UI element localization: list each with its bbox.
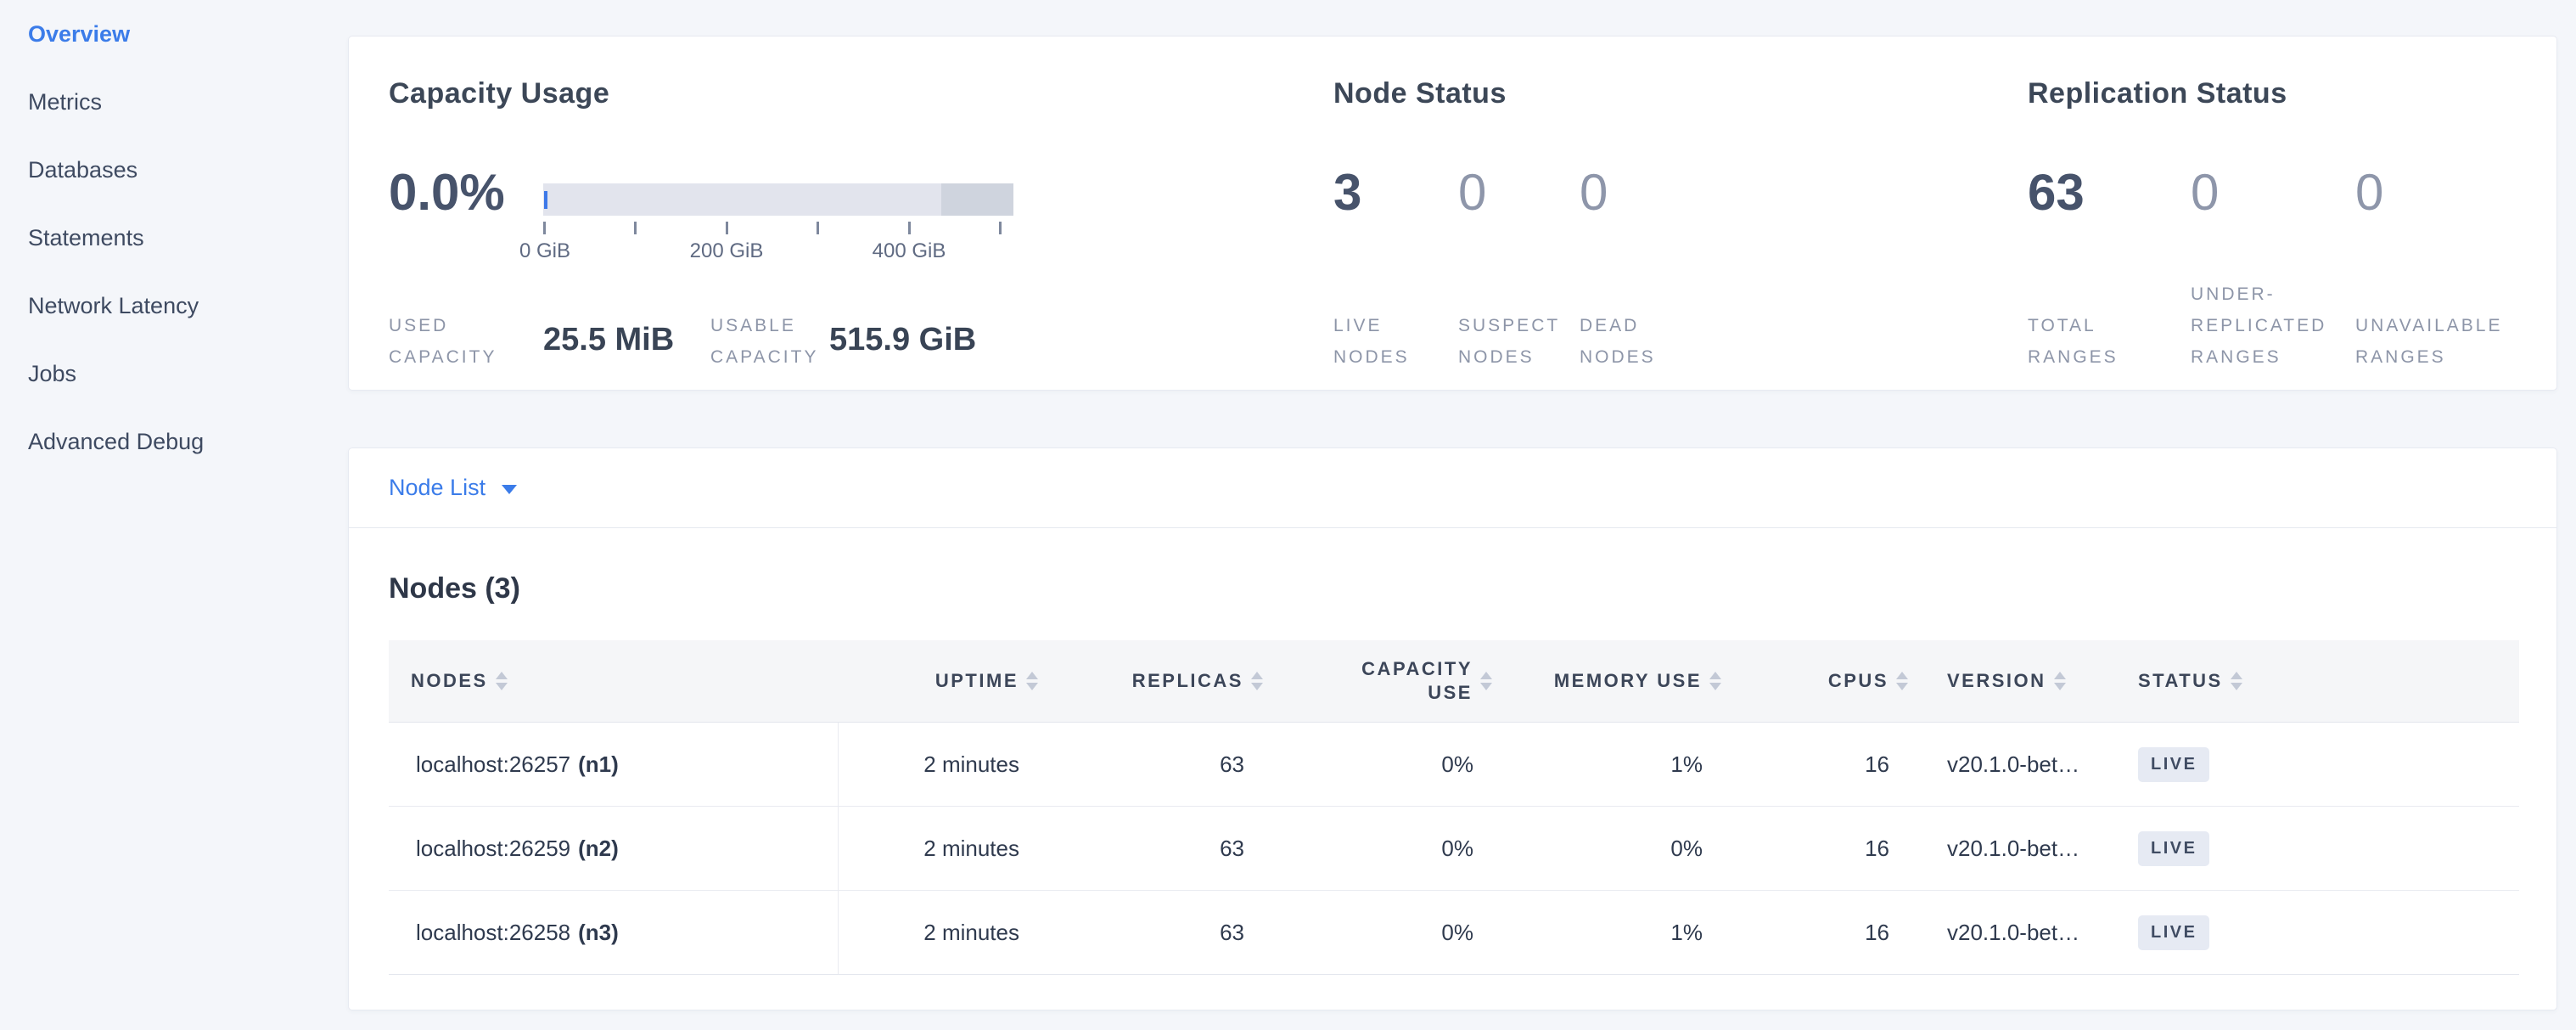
uptime-cell: 2 minutes: [839, 891, 1047, 974]
status-cell: LIVE: [2124, 723, 2519, 806]
memory-use-cell: 1%: [1501, 891, 1730, 974]
column-header-uptime[interactable]: UPTIME: [839, 640, 1047, 722]
live-nodes-label: LIVE NODES: [1333, 310, 1410, 373]
capacity-usage-title: Capacity Usage: [389, 77, 609, 110]
sidebar: Overview Metrics Databases Statements Ne…: [0, 0, 348, 1030]
uptime-cell: 2 minutes: [839, 807, 1047, 890]
replicas-cell: 63: [1047, 891, 1271, 974]
live-nodes-count: 3: [1333, 162, 1361, 223]
unavailable-ranges-label: UNAVAILABLE RANGES: [2355, 310, 2502, 373]
capacity-use-cell: 0%: [1271, 807, 1501, 890]
sidebar-item-advanced-debug[interactable]: Advanced Debug: [0, 408, 348, 476]
column-header-replicas[interactable]: REPLICAS: [1047, 640, 1271, 722]
gauge-tick: [634, 222, 637, 234]
sort-icon: [1026, 672, 1038, 690]
status-cell: LIVE: [2124, 807, 2519, 890]
gauge-axis-label: 200 GiB: [690, 239, 764, 263]
sidebar-item-jobs[interactable]: Jobs: [0, 340, 348, 408]
node-status-title: Node Status: [1333, 77, 1507, 110]
chevron-down-icon: [502, 485, 517, 494]
node-list-card: Node List Nodes (3) NODES UPTIME REPLICA…: [348, 447, 2557, 1010]
node-address-cell: localhost:26257 (n1): [389, 723, 839, 806]
suspect-nodes-count: 0: [1458, 162, 1486, 223]
node-list-dropdown-label: Node List: [389, 475, 485, 501]
gauge-axis-label: 0 GiB: [519, 239, 570, 263]
sidebar-item-network-latency[interactable]: Network Latency: [0, 272, 348, 340]
under-replicated-ranges-count: 0: [2191, 162, 2219, 223]
gauge-axis-label: 400 GiB: [873, 239, 946, 263]
sidebar-item-metrics[interactable]: Metrics: [0, 68, 348, 136]
nodes-section-title: Nodes (3): [389, 572, 520, 605]
gauge-tick: [817, 222, 819, 234]
used-capacity-label: USED CAPACITY: [389, 310, 497, 373]
replicas-cell: 63: [1047, 807, 1271, 890]
used-capacity-value: 25.5 MiB: [543, 322, 674, 358]
cpus-cell: 16: [1730, 891, 1917, 974]
replicas-cell: 63: [1047, 723, 1271, 806]
node-address-cell: localhost:26258 (n3): [389, 891, 839, 974]
column-header-capacity-use[interactable]: CAPACITY USE: [1271, 640, 1501, 722]
status-cell: LIVE: [2124, 891, 2519, 974]
sidebar-item-overview[interactable]: Overview: [0, 0, 348, 68]
nodes-table-header: NODES UPTIME REPLICAS CAPACITY USE MEMOR…: [389, 640, 2519, 723]
total-ranges-count: 63: [2028, 162, 2085, 223]
column-header-memory-use[interactable]: MEMORY USE: [1501, 640, 1730, 722]
sort-icon: [2231, 672, 2242, 690]
total-ranges-label: TOTAL RANGES: [2028, 310, 2119, 373]
column-header-version[interactable]: VERSION: [1917, 640, 2124, 722]
sidebar-item-databases[interactable]: Databases: [0, 136, 348, 204]
suspect-nodes-label: SUSPECT NODES: [1458, 310, 1560, 373]
usable-capacity-label: USABLE CAPACITY: [710, 310, 818, 373]
version-cell: v20.1.0-bet…: [1917, 807, 2124, 890]
sort-icon: [2054, 672, 2066, 690]
memory-use-cell: 0%: [1501, 807, 1730, 890]
replication-status-title: Replication Status: [2028, 77, 2287, 110]
cpus-cell: 16: [1730, 723, 1917, 806]
column-header-cpus[interactable]: CPUS: [1730, 640, 1917, 722]
column-header-nodes[interactable]: NODES: [389, 640, 839, 722]
node-row[interactable]: localhost:26257 (n1) 2 minutes 63 0% 1% …: [389, 723, 2519, 807]
dead-nodes-label: DEAD NODES: [1580, 310, 1656, 373]
cluster-summary-card: Capacity Usage 0.0% 0 GiB 200 GiB 400 Gi…: [348, 36, 2557, 391]
uptime-cell: 2 minutes: [839, 723, 1047, 806]
sort-icon: [1251, 672, 1263, 690]
nodes-table: NODES UPTIME REPLICAS CAPACITY USE MEMOR…: [389, 640, 2519, 975]
column-header-status[interactable]: STATUS: [2124, 640, 2519, 722]
node-row[interactable]: localhost:26258 (n3) 2 minutes 63 0% 1% …: [389, 891, 2519, 975]
sort-icon: [1480, 672, 1492, 690]
sidebar-item-statements[interactable]: Statements: [0, 204, 348, 272]
sort-icon: [1896, 672, 1908, 690]
capacity-use-cell: 0%: [1271, 723, 1501, 806]
capacity-gauge-bar: [543, 183, 1013, 216]
capacity-used-percent: 0.0%: [389, 162, 505, 223]
node-list-dropdown[interactable]: Node List: [389, 475, 517, 501]
status-badge: LIVE: [2138, 915, 2209, 950]
cpus-cell: 16: [1730, 807, 1917, 890]
unavailable-ranges-count: 0: [2355, 162, 2383, 223]
node-list-header: Node List: [349, 448, 2556, 528]
dead-nodes-count: 0: [1580, 162, 1608, 223]
status-badge: LIVE: [2138, 831, 2209, 866]
capacity-gauge-used-marker: [544, 191, 547, 209]
status-badge: LIVE: [2138, 747, 2209, 782]
sort-icon: [1709, 672, 1721, 690]
gauge-tick: [999, 222, 1002, 234]
gauge-tick: [543, 222, 546, 234]
node-address-cell: localhost:26259 (n2): [389, 807, 839, 890]
memory-use-cell: 1%: [1501, 723, 1730, 806]
gauge-tick: [908, 222, 911, 234]
capacity-use-cell: 0%: [1271, 891, 1501, 974]
sort-icon: [496, 672, 508, 690]
gauge-tick: [726, 222, 728, 234]
capacity-gauge-reserved-segment: [941, 183, 1013, 216]
under-replicated-ranges-label: UNDER- REPLICATED RANGES: [2191, 279, 2326, 373]
capacity-gauge: 0 GiB 200 GiB 400 GiB: [543, 183, 1013, 216]
version-cell: v20.1.0-bet…: [1917, 723, 2124, 806]
version-cell: v20.1.0-bet…: [1917, 891, 2124, 974]
node-row[interactable]: localhost:26259 (n2) 2 minutes 63 0% 0% …: [389, 807, 2519, 891]
usable-capacity-value: 515.9 GiB: [829, 322, 976, 358]
